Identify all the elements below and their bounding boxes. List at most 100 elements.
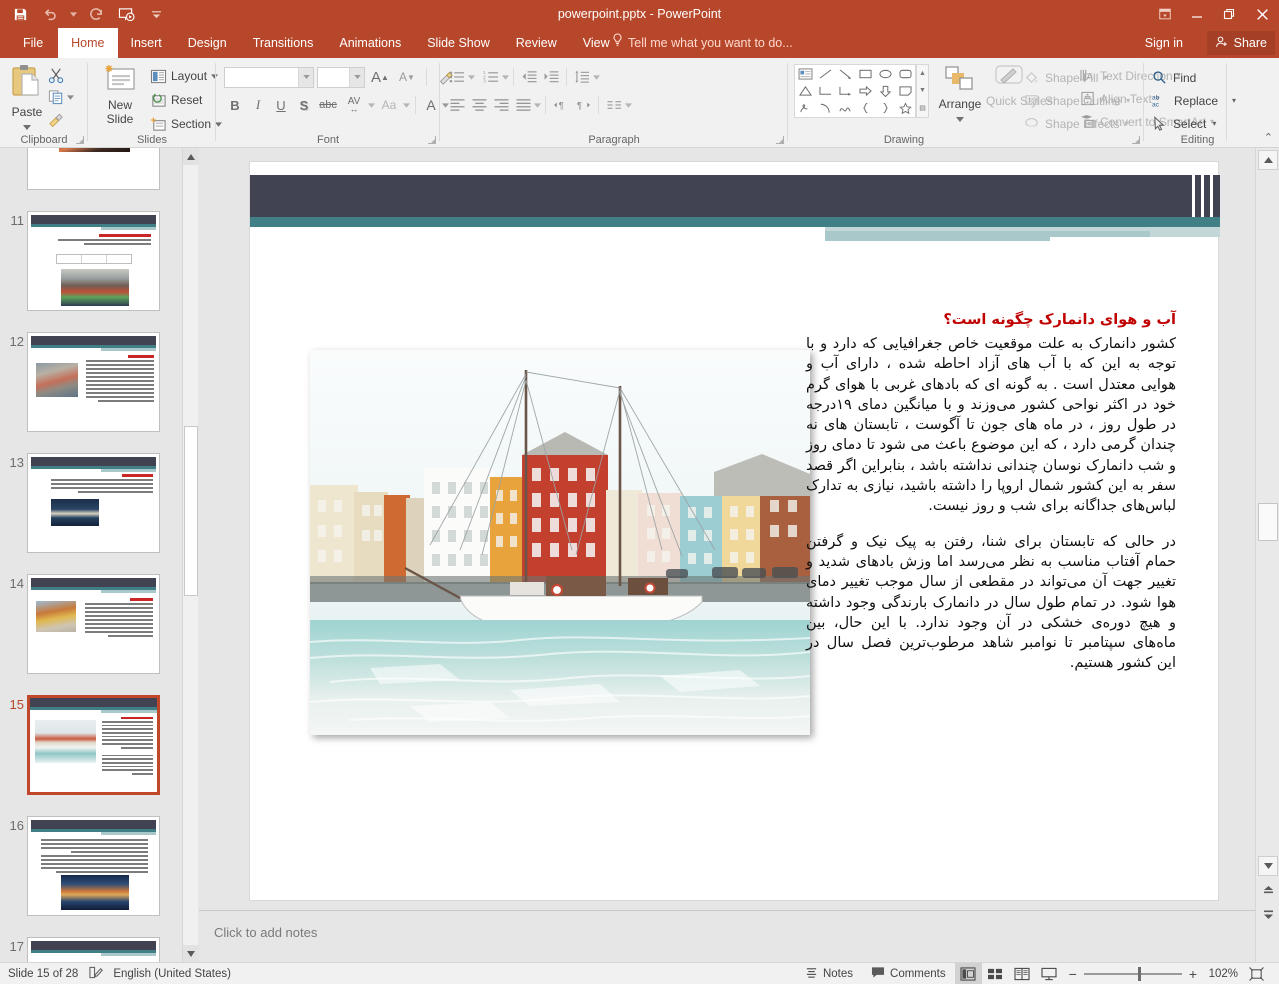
replace-button[interactable]: ab ac Replace ▾ [1144,89,1236,112]
thumbnail-item[interactable]: 13 [0,453,182,574]
slide-area-scrollbar[interactable] [1255,148,1279,962]
tell-me-search[interactable]: Tell me what you want to do... [612,28,793,58]
slide-sorter-icon[interactable] [982,963,1009,984]
font-size-dropdown-icon[interactable] [349,67,364,87]
restore-icon[interactable] [1213,0,1245,28]
thumbnail-item[interactable]: 15 [0,695,182,816]
character-spacing-button[interactable]: AV ↔ [341,94,367,116]
increase-indent-button[interactable] [540,66,562,88]
close-icon[interactable] [1245,0,1279,28]
text-shadow-button[interactable]: S [293,94,315,116]
increase-font-size-button[interactable]: A ▲ [368,66,392,88]
slide-text-placeholder[interactable]: آب و هوای دانمارک چگونه است؟ کشور دانمار… [806,310,1176,674]
thumbnail-slide[interactable] [27,332,160,432]
shapes-scroll-down-icon[interactable]: ▼ [917,82,928,99]
line-spacing-button[interactable] [571,66,593,88]
comments-button[interactable]: Comments [862,963,955,984]
new-slide-button[interactable]: New Slide [94,63,146,126]
fit-slide-to-window-icon[interactable] [1245,966,1267,981]
notes-button[interactable]: Notes [796,963,862,984]
justify-button[interactable] [512,94,534,116]
notes-pane[interactable]: Click to add notes [199,910,1255,962]
shape-fill-button[interactable]: Shape Fill ▾ [1020,66,1130,89]
thumbnail-item[interactable]: 12 [0,332,182,453]
shape-star-icon[interactable] [895,100,915,117]
thumbnail-slide[interactable] [27,453,160,553]
tab-file[interactable]: File [8,28,58,58]
thumbnail-item[interactable]: 11 [0,211,182,332]
thumbnail-slide[interactable] [27,816,160,916]
tab-insert[interactable]: Insert [118,28,175,58]
slide-counter[interactable]: Slide 15 of 28 [8,968,78,980]
thumbnail-item[interactable]: 10 [0,148,182,211]
cut-button[interactable] [48,64,84,86]
thumbnail-item[interactable]: 16 [0,816,182,937]
shape-right-arrow-icon[interactable] [855,82,875,99]
rtl-direction-button[interactable]: ¶ [572,94,594,116]
tab-review[interactable]: Review [503,28,570,58]
thumbnail-slide[interactable] [27,937,160,962]
normal-view-icon[interactable] [954,962,982,984]
scroll-up-icon[interactable] [1258,150,1278,170]
thumbnail-slide[interactable] [27,574,160,674]
shape-left-brace-icon[interactable] [855,100,875,117]
slide-photo[interactable] [310,350,810,735]
align-left-button[interactable] [446,94,468,116]
shapes-gallery[interactable] [794,64,916,118]
bold-button[interactable]: B [224,94,246,116]
zoom-level[interactable]: 102% [1204,968,1238,980]
shape-rectangle-icon[interactable] [855,65,875,82]
clipboard-dialog-launcher[interactable] [74,134,85,145]
arrange-button[interactable]: Arrange [934,64,986,125]
zoom-slider-handle[interactable] [1137,966,1141,981]
minimize-icon[interactable] [1181,0,1213,28]
strikethrough-button[interactable]: abc [316,94,340,116]
align-center-button[interactable] [468,94,490,116]
thumbnail-scroll-up-icon[interactable] [183,148,199,165]
replace-dropdown-icon[interactable]: ▾ [1232,96,1236,105]
current-slide[interactable]: آب و هوای دانمارک چگونه است؟ کشور دانمار… [249,161,1220,901]
shape-effects-button[interactable]: Shape Effects ▾ [1020,112,1130,135]
thumbnail-slide[interactable] [27,148,160,190]
shape-textbox-icon[interactable] [795,65,815,82]
shape-line-icon[interactable] [815,65,835,82]
ltr-direction-button[interactable]: ¶ [550,94,572,116]
shapes-scroll-up-icon[interactable]: ▲ [917,65,928,82]
copy-button[interactable] [48,86,84,108]
scrollbar-thumb[interactable] [1258,503,1278,541]
tab-home[interactable]: Home [58,28,118,58]
decrease-font-size-button[interactable]: A ▼ [395,66,419,88]
collapse-ribbon-button[interactable]: ⌃ [1264,131,1273,144]
shape-triangle-icon[interactable] [795,82,815,99]
shape-fill-dropdown-icon[interactable]: ▾ [1103,73,1107,82]
slide-thumbnail-pane[interactable]: 10 11 [0,148,182,962]
font-dialog-launcher[interactable] [426,134,437,145]
italic-button[interactable]: I [247,94,269,116]
shape-arrow-icon[interactable] [835,65,855,82]
font-name-input[interactable] [224,66,314,88]
thumbnail-scrollbar-thumb[interactable] [184,426,198,596]
find-button[interactable]: Find [1144,66,1236,89]
shape-rounded-rectangle-icon[interactable] [895,65,915,82]
reset-button[interactable]: Reset [150,88,222,112]
thumbnail-scroll-down-icon[interactable] [183,945,199,962]
thumbnail-item[interactable]: 17 [0,937,182,962]
shapes-gallery-more-icon[interactable]: ▤ [917,100,928,117]
shape-outline-dropdown-icon[interactable]: ▾ [1126,96,1130,105]
zoom-slider[interactable] [1083,966,1182,981]
sign-in-button[interactable]: Sign in [1145,28,1183,58]
align-right-button[interactable] [490,94,512,116]
tab-transitions[interactable]: Transitions [240,28,327,58]
paragraph-dialog-launcher[interactable] [774,134,785,145]
shape-down-arrow-icon[interactable] [875,82,895,99]
columns-button[interactable] [603,94,625,116]
shape-elbow-connector-icon[interactable] [815,82,835,99]
shape-elbow-arrow-icon[interactable] [835,82,855,99]
zoom-in-button[interactable]: + [1189,966,1197,982]
next-slide-button[interactable] [1258,904,1278,924]
font-size-input[interactable] [317,66,365,88]
ribbon-display-options-icon[interactable] [1149,0,1181,28]
shape-right-brace-icon[interactable] [875,100,895,117]
decrease-indent-button[interactable] [518,66,540,88]
bullets-button[interactable] [446,66,468,88]
